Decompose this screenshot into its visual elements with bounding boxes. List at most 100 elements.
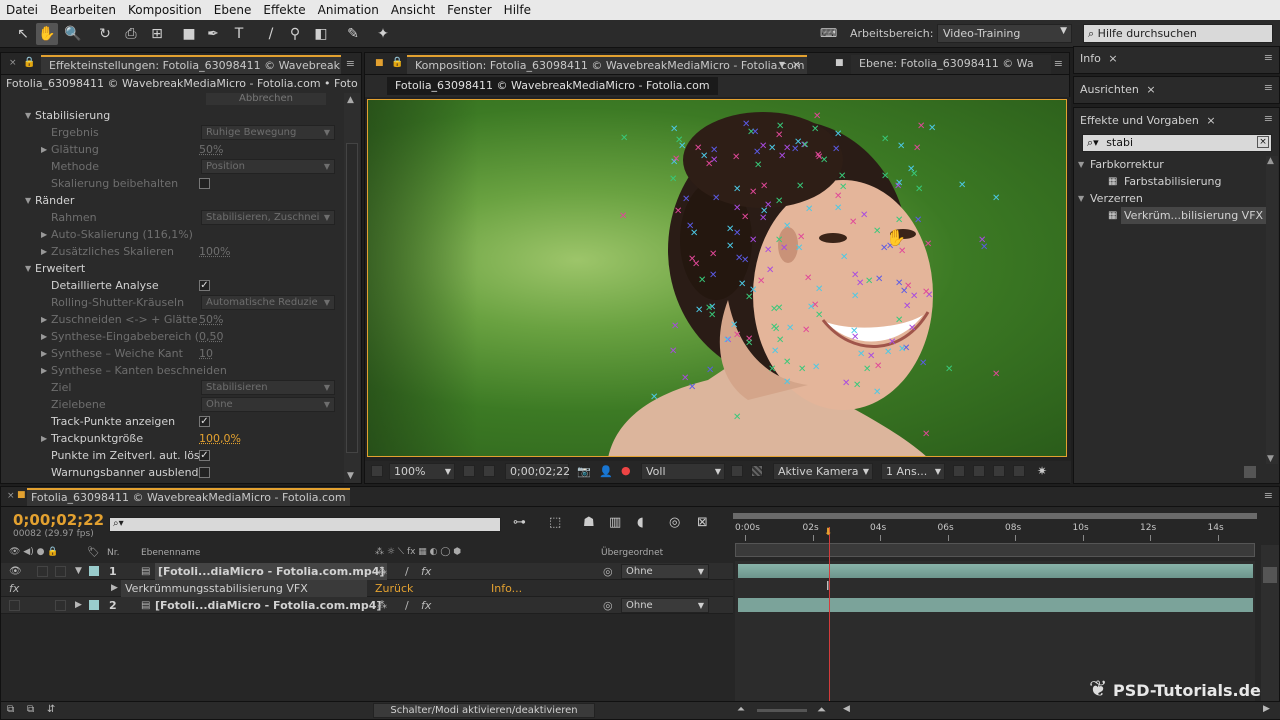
effect-property-row[interactable]: ▶ Zusätzliches Skalieren 100% [1,243,343,260]
lock-icon[interactable]: 🔒 [23,57,35,68]
work-area-bar[interactable] [733,513,1257,519]
layer-1-duration-bar[interactable] [738,564,1253,578]
scroll-down-icon[interactable]: ▼ [347,471,354,481]
resolution-select[interactable]: Voll ▼ [641,463,725,480]
graph-editor-icon[interactable]: ◎ [669,515,680,530]
zoom-out-icon[interactable]: ⏶ [737,704,745,715]
pan-behind-tool-icon[interactable]: ⊞ [146,23,168,45]
zoom-slider-track[interactable] [735,543,1255,557]
clone-stamp-tool-icon[interactable]: ⚲ [284,23,306,45]
twirl-closed-icon[interactable]: ▶ [41,141,47,158]
property-value[interactable]: 50% [199,141,223,158]
effects-item[interactable]: ▦ Farbstabilisierung [1074,173,1264,190]
effects-item[interactable]: ▦ Verkrüm...bilisierung VFX [1074,207,1267,224]
flowchart-icon[interactable] [1013,465,1025,477]
property-value[interactable]: 50% [199,311,223,328]
camera-select[interactable]: Aktive Kamera ▼ [773,463,873,480]
close-icon[interactable]: × [1146,83,1155,96]
quality-switch-icon[interactable]: / [405,597,409,614]
effect-property-row[interactable]: ▶ Glättung 50% [1,141,343,158]
scroll-left-icon[interactable]: ◀ [843,704,850,714]
scroll-thumb[interactable] [346,143,358,453]
effect-panel-scrollbar[interactable]: ▲ ▼ [344,93,360,483]
close-icon[interactable]: × [1206,114,1215,127]
frame-blending-icon[interactable]: ▥ [609,515,621,530]
effect-property-row[interactable]: Skalierung beibehalten [1,175,343,192]
property-dropdown[interactable]: Stabilisieren ▼ [201,380,335,395]
twirl-open-icon[interactable]: ▼ [25,260,31,277]
effect-reset-link[interactable]: Zurück [375,580,413,597]
video-frame[interactable]: ✕ ✕ ✕ ✕ ✕ ✕ ✕ ✕ ✕ ✕ ✕ ✕ ✕ ✕ ✕ ✕ ✕ ✕ ✕ ✕ ✕ ✕ ✕ ✕ ✕ ✕ ✕ ✕ ✕ ✕ ✕ ✕ ✕ ✕ ✕ ✕ ✕ ✕ ✕ ✕… [367,99,1067,457]
tab-timeline[interactable]: Fotolia_63098411 © WavebreakMediaMicro -… [27,488,350,506]
tab-effects-presets[interactable]: Effekte und Vorgaben × [1080,114,1216,127]
twirl-closed-icon[interactable]: ▶ [41,362,47,379]
effect-name[interactable]: Verkrümmungsstabilisierung VFX [121,580,367,597]
effect-property-row[interactable]: Detaillierte Analyse ✓ [1,277,343,294]
close-icon[interactable]: × [9,58,17,68]
eye-icon[interactable]: 👁 [9,563,22,580]
mask-visibility-icon[interactable] [483,465,495,477]
checkbox[interactable]: ✓ [199,450,210,461]
effect-property-row[interactable]: Rolling-Shutter-Kräuseln Automatische Red… [1,294,343,311]
timeline-timecode[interactable]: 0;00;02;22 [13,511,104,529]
rotate-tool-icon[interactable]: ↻ [94,23,116,45]
camera-tool-icon[interactable]: ⎙ [120,23,142,45]
property-value[interactable]: 100% [199,243,230,260]
timeline-icon[interactable] [993,465,1005,477]
chevron-down-icon[interactable]: ▼ [779,60,785,69]
workspace-select[interactable]: Video-Training ▼ [937,24,1072,43]
twirl-closed-icon[interactable]: ▶ [41,226,47,243]
tab-layer[interactable]: Ebene: Fotolia_63098411 © Wa [851,55,1051,74]
parent-select[interactable]: Ohne ▼ [621,564,709,579]
eraser-tool-icon[interactable]: ◧ [310,23,332,45]
scroll-up-icon[interactable]: ▲ [347,95,354,105]
comp-subtab[interactable]: Fotolia_63098411 © WavebreakMediaMicro -… [387,77,718,95]
property-value[interactable]: 10 [199,345,213,362]
panel-menu-icon[interactable]: ≡ [1264,489,1273,502]
twirl-open-icon[interactable]: ▼ [25,107,31,124]
always-preview-icon[interactable] [371,465,383,477]
panel-menu-icon[interactable]: ≡ [1264,112,1273,125]
checkbox[interactable]: ✓ [199,280,210,291]
twirl-closed-icon[interactable]: ▶ [111,580,118,597]
layer-2-duration-bar[interactable] [738,598,1253,612]
scroll-down-icon[interactable]: ▼ [1267,454,1274,464]
menu-datei[interactable]: Datei [0,3,44,17]
effect-property-row[interactable]: Punkte im Zeitverl. aut. lösc ✓ [1,447,343,464]
effect-property-row[interactable]: Ziel Stabilisieren ▼ [1,379,343,396]
fast-previews-icon[interactable] [973,465,985,477]
property-dropdown[interactable]: Ohne ▼ [201,397,335,412]
lock-icon[interactable]: 🔒 [391,57,403,68]
clear-search-icon[interactable]: × [1257,136,1269,148]
effects-search-field[interactable]: ⌕▾ stabi × [1082,134,1272,152]
effect-property-row[interactable]: ▶ Synthese – Kanten beschneiden [1,362,343,379]
brainstorm-icon[interactable]: ⊠ [697,515,708,530]
selection-tool-icon[interactable]: ↖ [12,23,34,45]
lock-toggle[interactable] [55,600,66,611]
property-dropdown[interactable]: Ruhige Bewegung ▼ [201,125,335,140]
layer-row-1[interactable]: 👁 ▼ 1 ▤ [Fotoli...diaMicro - Fotolia.com… [1,563,733,580]
panel-menu-icon[interactable]: ≡ [1264,81,1273,94]
col-header-name[interactable]: Ebenenname [141,548,200,558]
property-value[interactable]: 100,0% [199,430,241,447]
pickwhip-icon[interactable]: ◎ [603,597,613,614]
parent-select[interactable]: Ohne ▼ [621,598,709,613]
motion-blur-icon[interactable]: ◖ [637,515,644,530]
checkbox[interactable]: ✓ [199,416,210,427]
tab-info[interactable]: Info × [1080,52,1118,65]
fx-switch-icon[interactable]: fx [421,597,431,614]
twirl-open-icon[interactable]: ▼ [75,563,82,580]
property-dropdown[interactable]: Position ▼ [201,159,335,174]
effect-property-row[interactable]: ▼ Erweitert [1,260,343,277]
tab-composition[interactable]: Komposition: Fotolia_63098411 © Wavebrea… [407,55,807,74]
lock-toggle[interactable] [55,566,66,577]
in-out-icon[interactable]: ⇵ [47,704,55,715]
effect-property-row[interactable]: Ergebnis Ruhige Bewegung ▼ [1,124,343,141]
zoom-tool-icon[interactable]: 🔍 [62,23,84,45]
safe-zones-icon[interactable] [463,465,475,477]
cancel-button[interactable]: Abbrechen [206,93,326,105]
checkbox[interactable] [199,178,210,189]
label-color[interactable] [89,600,99,610]
pen-tool-icon[interactable]: ✒ [202,23,224,45]
tab-align[interactable]: Ausrichten × [1080,83,1156,96]
